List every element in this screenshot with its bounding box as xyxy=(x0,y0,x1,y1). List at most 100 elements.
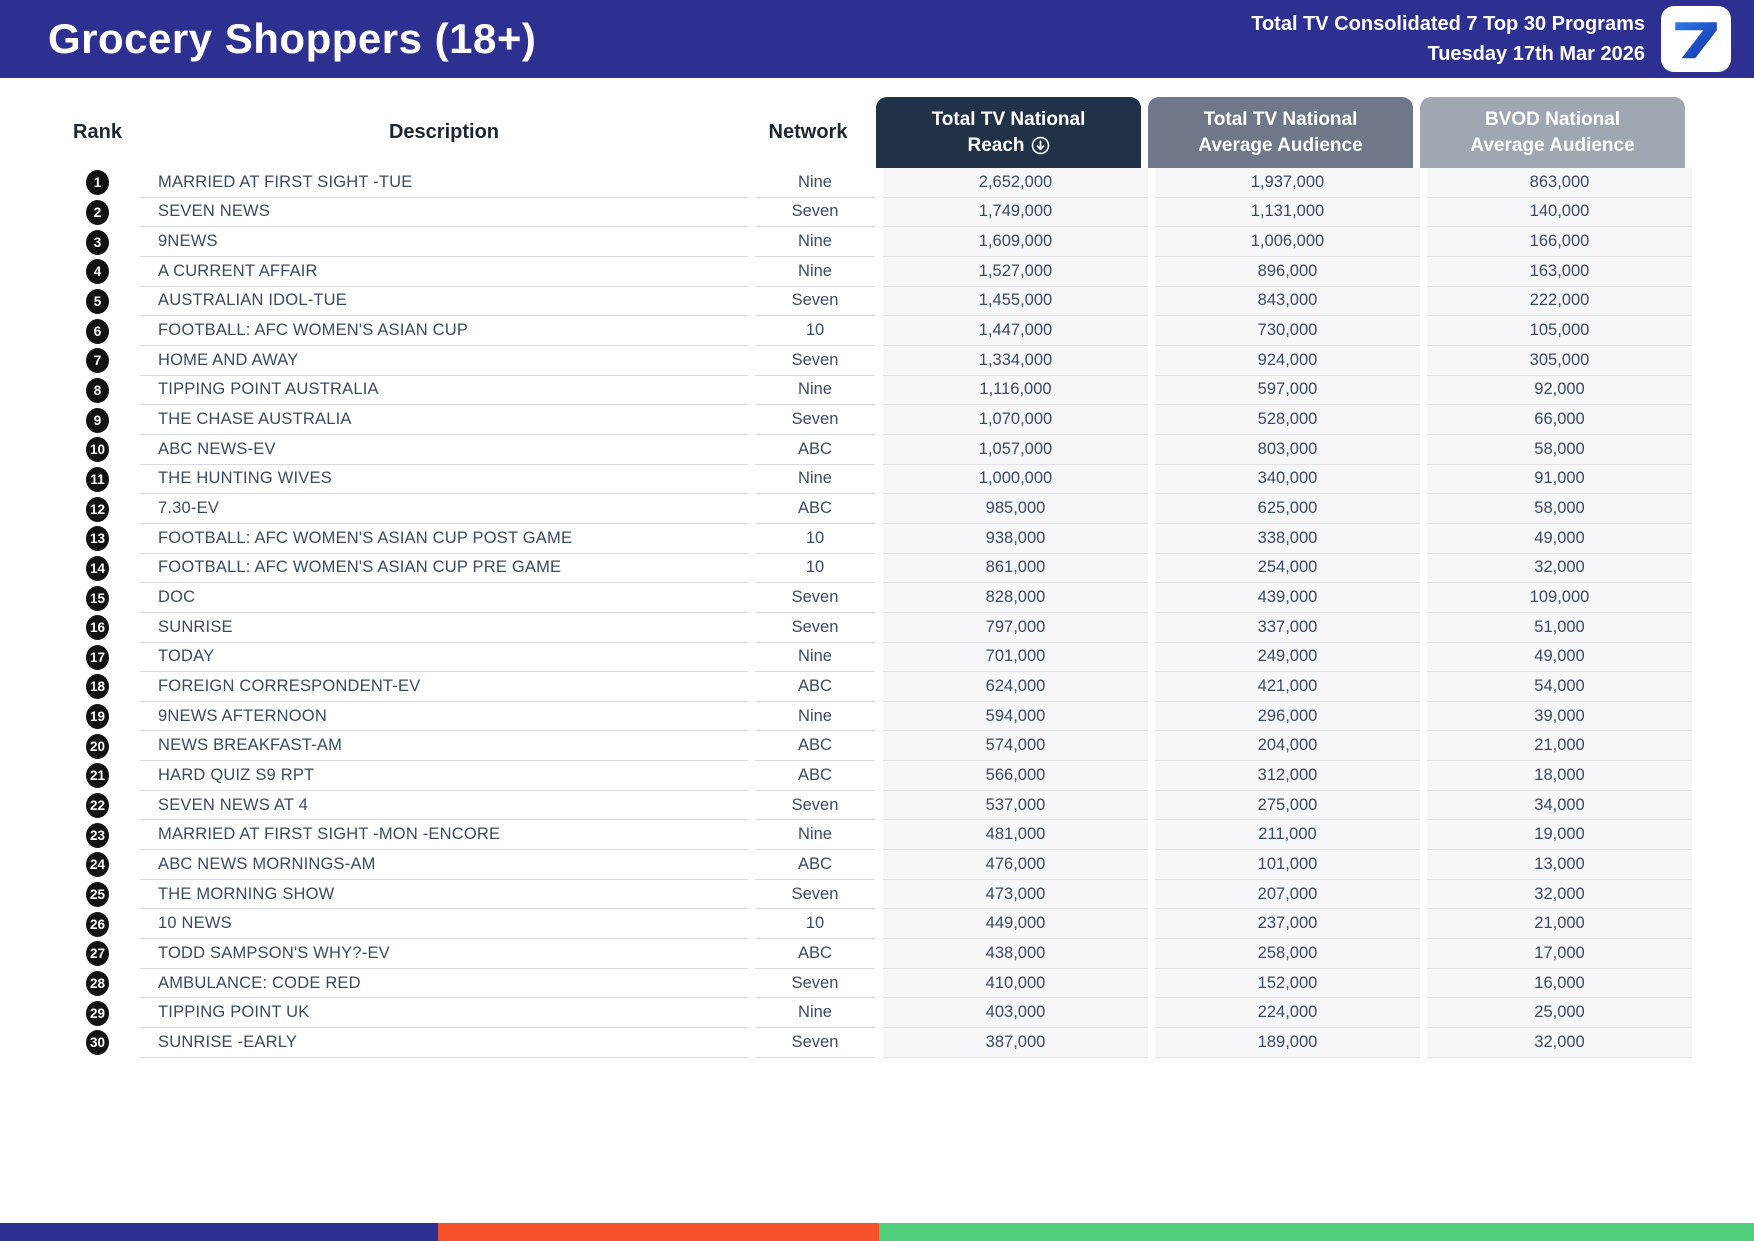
column-gap xyxy=(875,464,883,495)
column-header-bvod-national-average-audience[interactable]: BVOD National Average Audience xyxy=(1420,97,1685,168)
rank-cell: 28 xyxy=(55,969,140,999)
column-gap xyxy=(875,790,883,821)
column-gap xyxy=(1148,879,1155,910)
rank-badge: 16 xyxy=(86,615,109,641)
rank-badge: 27 xyxy=(86,941,109,967)
rank-badge: 19 xyxy=(86,704,109,730)
average-audience-cell: 189,000 xyxy=(1155,1028,1420,1058)
network-cell: Seven xyxy=(755,880,875,910)
reach-cell: 594,000 xyxy=(883,701,1148,732)
rank-badge: 8 xyxy=(86,377,109,403)
average-audience-cell: 312,000 xyxy=(1155,761,1420,791)
average-audience-cell: 528,000 xyxy=(1155,405,1420,435)
rank-cell: 1 xyxy=(55,168,140,198)
description-cell: 9NEWS AFTERNOON xyxy=(140,702,748,732)
reach-cell: 566,000 xyxy=(883,761,1148,791)
table-row: 11 THE HUNTING WIVES Nine 1,000,000 340,… xyxy=(55,464,1705,495)
column-gap xyxy=(1148,761,1155,791)
column-gap xyxy=(748,345,755,376)
network-cell: ABC xyxy=(755,761,875,791)
description-cell: SUNRISE -EARLY xyxy=(140,1028,748,1058)
rank-cell: 8 xyxy=(55,376,140,406)
column-header-total-tv-national-reach[interactable]: Total TV National Reach xyxy=(876,97,1141,168)
column-gap xyxy=(748,909,755,940)
column-gap xyxy=(1420,523,1427,554)
bvod-audience-cell: 92,000 xyxy=(1427,375,1692,406)
rank-badge: 5 xyxy=(86,288,109,314)
stripe-green-segment xyxy=(879,1223,1754,1241)
description-cell: A CURRENT AFFAIR xyxy=(140,257,748,287)
avg-header-line2: Average Audience xyxy=(1198,134,1363,156)
network-cell: Seven xyxy=(755,405,875,435)
rank-badge: 6 xyxy=(86,318,109,344)
column-gap xyxy=(1420,879,1427,910)
column-gap xyxy=(875,731,883,762)
column-gap xyxy=(1420,286,1427,317)
rank-cell: 4 xyxy=(55,257,140,287)
column-gap xyxy=(1148,316,1155,346)
network-cell: 10 xyxy=(755,316,875,346)
description-cell: SEVEN NEWS xyxy=(140,198,748,228)
network-cell: Seven xyxy=(755,791,875,821)
bvod-audience-cell: 32,000 xyxy=(1427,553,1692,584)
column-gap xyxy=(748,583,755,613)
description-cell: DOC xyxy=(140,583,748,613)
column-gap xyxy=(1148,1028,1155,1058)
column-gap xyxy=(748,316,755,346)
report-subtitle: Total TV Consolidated 7 Top 30 Programs … xyxy=(1251,0,1645,78)
column-gap xyxy=(748,553,755,584)
rank-cell: 25 xyxy=(55,880,140,910)
description-cell: FOOTBALL: AFC WOMEN'S ASIAN CUP POST GAM… xyxy=(140,524,748,554)
stripe-blue-segment xyxy=(0,1223,438,1241)
reach-cell: 701,000 xyxy=(883,642,1148,673)
bvod-audience-cell: 863,000 xyxy=(1427,168,1692,198)
table-body: 1 MARRIED AT FIRST SIGHT -TUE Nine 2,652… xyxy=(55,168,1705,1058)
bvod-audience-cell: 19,000 xyxy=(1427,820,1692,851)
description-cell: SUNRISE xyxy=(140,613,748,643)
seven-7-icon xyxy=(1675,22,1717,59)
network-cell: Nine xyxy=(755,376,875,406)
reach-cell: 387,000 xyxy=(883,1028,1148,1058)
column-gap xyxy=(748,672,755,702)
table-row: 10 ABC NEWS-EV ABC 1,057,000 803,000 58,… xyxy=(55,434,1705,465)
network-cell: 10 xyxy=(755,909,875,940)
rank-cell: 11 xyxy=(55,465,140,495)
rank-cell: 30 xyxy=(55,1028,140,1058)
sort-descending-icon xyxy=(1031,136,1049,154)
rank-badge: 11 xyxy=(86,466,109,492)
column-gap xyxy=(748,612,755,643)
rank-badge: 10 xyxy=(86,437,109,463)
bvod-audience-cell: 16,000 xyxy=(1427,968,1692,999)
column-gap xyxy=(875,256,883,287)
bvod-audience-cell: 49,000 xyxy=(1427,523,1692,554)
column-header-total-tv-national-average-audience[interactable]: Total TV National Average Audience xyxy=(1148,97,1413,168)
average-audience-cell: 1,937,000 xyxy=(1155,168,1420,198)
description-cell: FOOTBALL: AFC WOMEN'S ASIAN CUP PRE GAME xyxy=(140,554,748,584)
table-row: 6 FOOTBALL: AFC WOMEN'S ASIAN CUP 10 1,4… xyxy=(55,316,1705,346)
rank-cell: 17 xyxy=(55,643,140,673)
column-gap xyxy=(748,879,755,910)
bvod-audience-cell: 140,000 xyxy=(1427,197,1692,228)
average-audience-cell: 204,000 xyxy=(1155,731,1420,762)
column-gap xyxy=(1148,256,1155,287)
column-gap xyxy=(875,494,883,524)
reach-cell: 1,447,000 xyxy=(883,316,1148,346)
rank-cell: 19 xyxy=(55,702,140,732)
column-gap xyxy=(1148,998,1155,1029)
rank-cell: 9 xyxy=(55,405,140,435)
bvod-audience-cell: 54,000 xyxy=(1427,672,1692,702)
table-row: 12 7.30-EV ABC 985,000 625,000 58,000 xyxy=(55,494,1705,524)
column-gap xyxy=(875,405,883,435)
column-gap xyxy=(1141,97,1148,168)
column-gap xyxy=(875,820,883,851)
table-column-headers: Rank Description Network Total TV Nation… xyxy=(55,97,1705,168)
column-gap xyxy=(1420,761,1427,791)
rank-badge: 7 xyxy=(86,348,109,374)
description-cell: TODAY xyxy=(140,643,748,673)
network-cell: 10 xyxy=(755,524,875,554)
network-cell: Nine xyxy=(755,168,875,198)
column-gap xyxy=(1148,464,1155,495)
reach-cell: 473,000 xyxy=(883,879,1148,910)
table-row: 2 SEVEN NEWS Seven 1,749,000 1,131,000 1… xyxy=(55,197,1705,228)
average-audience-cell: 730,000 xyxy=(1155,316,1420,346)
